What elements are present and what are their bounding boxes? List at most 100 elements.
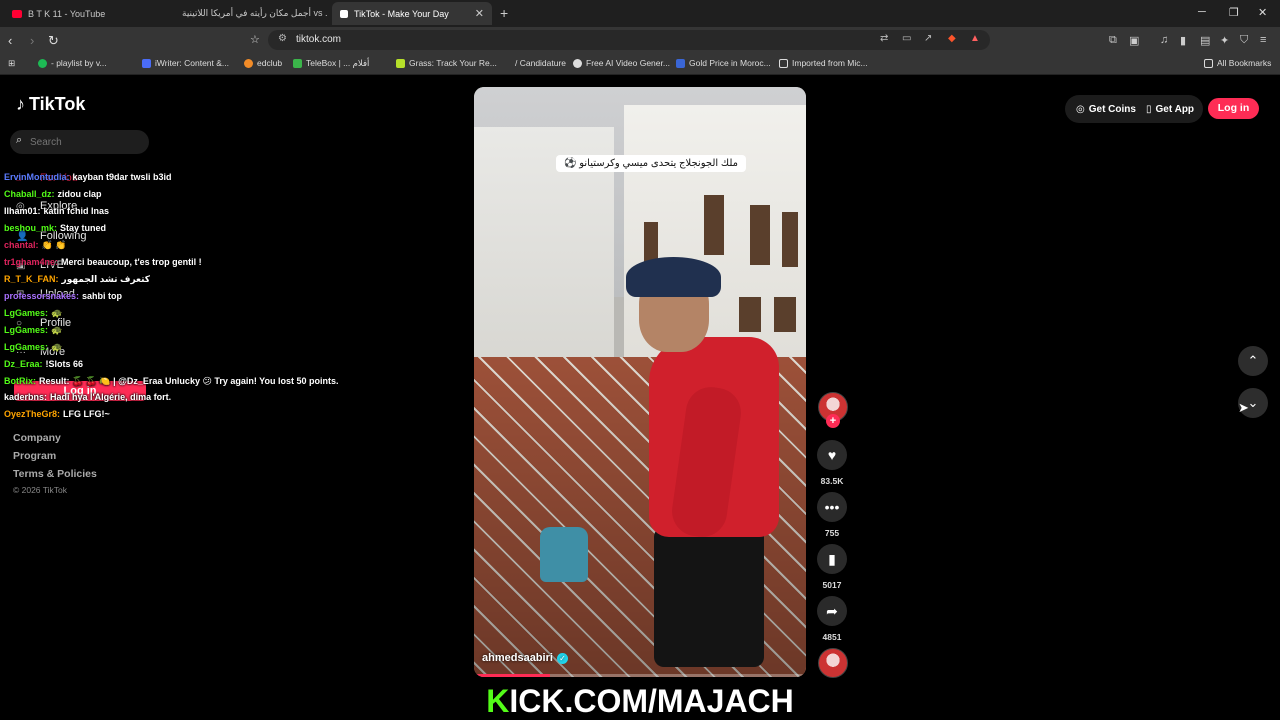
rewards-icon[interactable]: ▲	[970, 33, 980, 44]
translate-icon[interactable]: ⇄	[880, 33, 888, 44]
tab-youtube-arabic[interactable]: أجمل مكان رأيته في أمريكا اللاتينية vs .…	[168, 2, 328, 25]
login-button[interactable]: Log in	[1208, 98, 1259, 119]
bookmark-grass[interactable]: Grass: Track Your Re...	[396, 58, 497, 68]
video-bag	[540, 527, 588, 582]
brave-shield-icon[interactable]: ◆	[948, 33, 956, 44]
chat-user: OyezTheGr8:	[4, 409, 61, 419]
minimize-icon[interactable]: ─	[1198, 6, 1206, 18]
video-window	[750, 205, 770, 265]
gold-price-icon	[676, 58, 685, 68]
reading-list-icon[interactable]: ▤	[1200, 34, 1210, 47]
bookmark-save-icon[interactable]: ▮	[817, 544, 847, 574]
chat-text: !Slots 66	[45, 359, 84, 369]
chat-user: ErvinMontudia:	[4, 172, 70, 182]
tab-youtube-btk[interactable]: B T K 11 - YouTube	[4, 2, 169, 25]
forward-icon[interactable]: ›	[30, 33, 34, 48]
bookmark-iwriter[interactable]: iWriter: Content &...	[142, 58, 229, 68]
tiktok-note-icon: ♪	[16, 94, 25, 114]
get-app-button[interactable]: ▯ Get App	[1138, 97, 1202, 121]
bookmark-playlist[interactable]: - playlist by v...	[38, 58, 107, 68]
apps-icon[interactable]: ⊞	[8, 58, 15, 69]
banner-k: K	[486, 683, 510, 719]
footer-terms[interactable]: Terms & Policies	[13, 468, 97, 480]
back-icon[interactable]: ‹	[8, 33, 12, 48]
chat-user: tr1gham4ne:	[4, 257, 59, 267]
search-icon: ⌕	[16, 134, 23, 146]
extensions-icon[interactable]: ⧉	[1109, 34, 1117, 47]
save-count: 5017	[822, 580, 842, 590]
chat-user: beshou_mk:	[4, 223, 58, 233]
footer-company[interactable]: Company	[13, 432, 61, 444]
chat-message: LgGames: 🐢	[4, 305, 344, 322]
iwriter-icon	[142, 58, 151, 68]
tab-tiktok[interactable]: TikTok - Make Your Day ✕	[332, 2, 492, 25]
share-icon[interactable]: ↗	[924, 33, 932, 44]
bookmark-star-icon[interactable]: ☆	[250, 33, 260, 46]
chat-message: tr1gham4ne: Merci beaucoup, t'es trop gen…	[4, 254, 344, 271]
close-tab-icon[interactable]: ✕	[475, 7, 484, 20]
chat-text: 👏 👏	[41, 240, 67, 250]
bookmark-edclub[interactable]: edclub	[244, 58, 282, 68]
author-name[interactable]: ahmedsaabiri	[482, 652, 553, 664]
bookmark-ai-video[interactable]: Free AI Video Gener...	[573, 58, 670, 68]
like-heart-icon[interactable]: ♥	[817, 440, 847, 470]
ai-video-icon	[573, 58, 582, 68]
wallet-icon[interactable]: ▣	[1129, 34, 1139, 47]
new-tab-button[interactable]: +	[500, 5, 508, 21]
reload-icon[interactable]: ↻	[48, 33, 59, 49]
footer-program[interactable]: Program	[13, 450, 56, 462]
tiktok-logo[interactable]: ♪ TikTok	[16, 94, 85, 115]
bookmark-imported[interactable]: Imported from Mic...	[779, 58, 868, 68]
vpn-icon[interactable]: ⛉	[1240, 34, 1248, 47]
stream-chat-overlay: ErvinMontudia: kayban t9dar twsli b3id Ch…	[4, 169, 344, 423]
tab-title: TikTok - Make Your Day	[354, 8, 449, 19]
chat-text: katin fchid Inas	[43, 206, 110, 216]
folder-icon	[1204, 58, 1213, 68]
tab-title: B T K 11 - YouTube	[28, 8, 106, 19]
chat-user: Chaball_dz:	[4, 189, 55, 199]
music-disc-avatar[interactable]	[818, 648, 848, 678]
chat-message: ErvinMontudia: kayban t9dar twsli b3id	[4, 169, 344, 186]
site-info-icon[interactable]: ⚙	[278, 33, 287, 44]
chat-message: BotRix: Result: 🍒 🍒 🍋 | @Dz_Eraa Unlucky …	[4, 373, 344, 389]
share-arrow-icon[interactable]: ➦	[817, 596, 847, 626]
chat-text: kayban t9dar twsli b3id	[72, 172, 172, 182]
restore-icon[interactable]: ❐	[1229, 6, 1239, 19]
chat-user: LgGames:	[4, 342, 49, 352]
search-box[interactable]: ⌕	[10, 130, 149, 154]
tab-strip: B T K 11 - YouTube أجمل مكان رأيته في أم…	[0, 0, 1280, 27]
close-window-icon[interactable]: ✕	[1258, 6, 1267, 19]
omnibox[interactable]: ⚙ tiktok.com ⇄ ▭ ↗ ◆ ▲	[268, 30, 990, 50]
get-coins-button[interactable]: ◎ Get Coins	[1068, 97, 1144, 121]
video-player[interactable]: ملك الجونجلاج يتحدى ميسي وكرستيانو ⚽ ahm…	[474, 87, 806, 677]
chat-message: R_T_K_FAN: كتعرف تشد الجمهور	[4, 271, 344, 288]
sidebar-icon[interactable]: ▮	[1180, 34, 1186, 47]
video-progress-bar[interactable]	[474, 674, 806, 677]
spotify-icon	[38, 58, 47, 68]
all-bookmarks[interactable]: All Bookmarks	[1204, 58, 1271, 68]
bookmark-telebox[interactable]: TeleBox | ... أفلام	[293, 58, 369, 69]
menu-icon[interactable]: ≡	[1260, 34, 1266, 46]
search-input[interactable]	[30, 133, 140, 151]
chat-text: zidou clap	[57, 189, 102, 199]
bookmark-candidature[interactable]: / Candidature	[502, 58, 566, 68]
like-count: 83.5K	[820, 476, 844, 486]
chat-user: Dz_Eraa:	[4, 359, 43, 369]
bookmark-gold-price[interactable]: Gold Price in Moroc...	[676, 58, 771, 68]
share-count: 4851	[822, 632, 842, 642]
copyright: © 2026 TikTok	[13, 485, 67, 495]
chat-message: Dz_Eraa: !Slots 66	[4, 356, 344, 373]
video-caption: ملك الجونجلاج يتحدى ميسي وكرستيانو ⚽	[556, 155, 747, 172]
leo-ai-icon[interactable]: ✦	[1220, 34, 1229, 47]
url-text[interactable]: tiktok.com	[296, 34, 341, 45]
chat-message: professorsnakes: sahbi top	[4, 288, 344, 305]
verified-icon: ✓	[556, 652, 568, 664]
chat-user: kaderbns:	[4, 392, 48, 402]
cast-icon[interactable]: ▭	[902, 33, 911, 44]
follow-plus-icon[interactable]: +	[826, 414, 840, 428]
video-window	[739, 297, 761, 332]
video-author[interactable]: ahmedsaabiri ✓	[482, 652, 568, 664]
comment-icon[interactable]: •••	[817, 492, 847, 522]
previous-video-arrow-icon[interactable]: ⌃	[1238, 346, 1268, 376]
media-icon[interactable]: ♫	[1160, 34, 1168, 46]
